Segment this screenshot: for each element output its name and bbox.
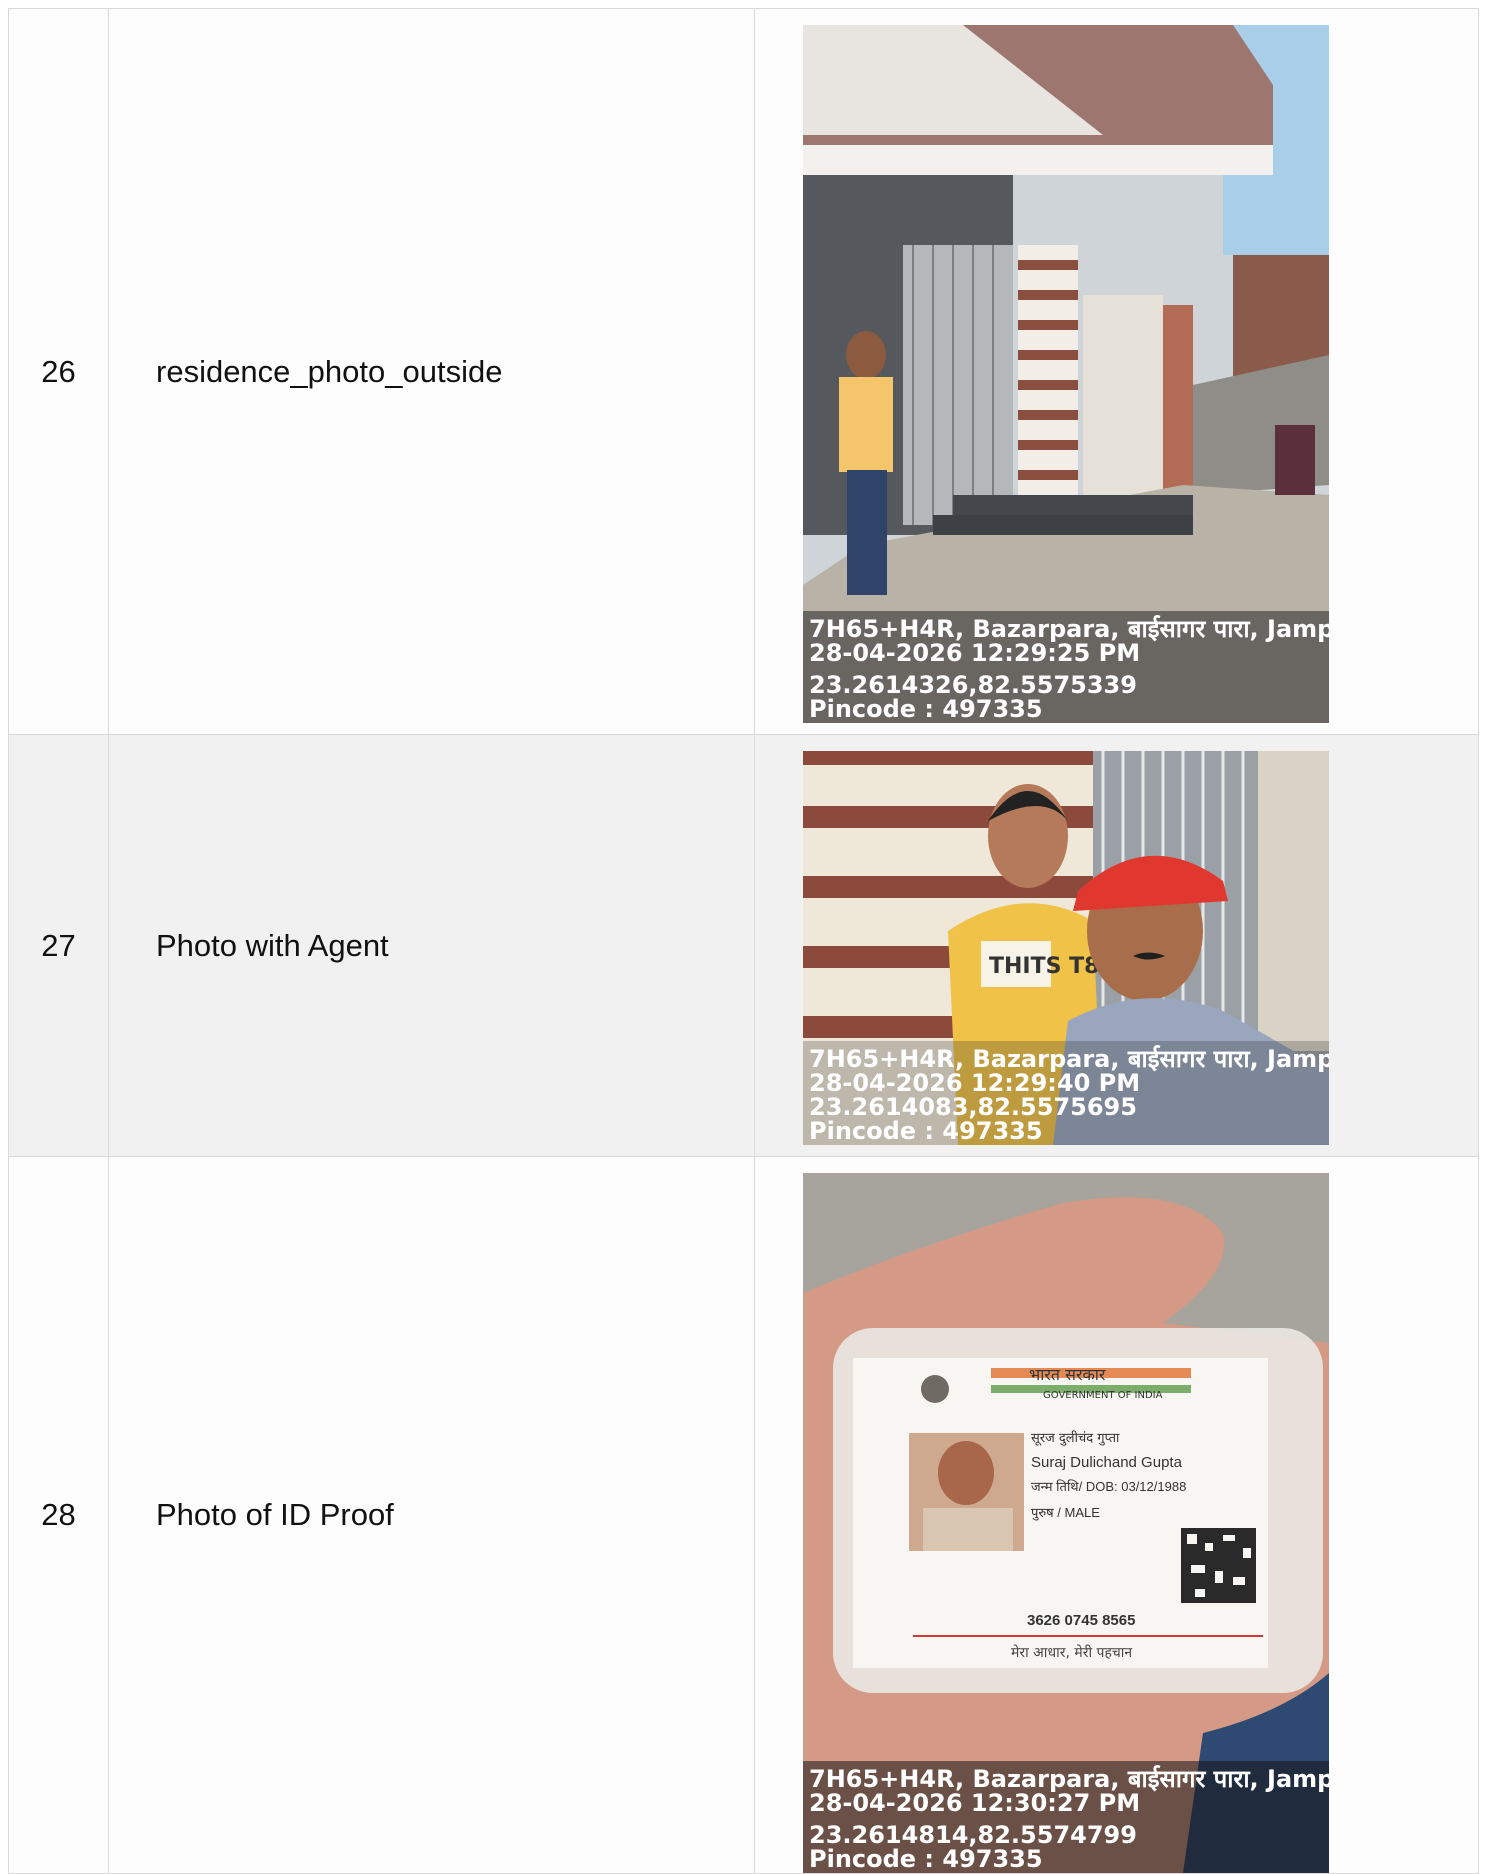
stamp-coords: 23.2614083,82.5575695 xyxy=(809,1093,1137,1121)
geotag-stamp: 7H65+H4R, Bazarpara, बाईसागर पारा, Jampa… xyxy=(803,611,1329,723)
card-footer-text: मेरा आधार, मेरी पहचान xyxy=(1011,1644,1132,1661)
table-row: 28 Photo of ID Proof भारत सरकार GOVERNME… xyxy=(8,1156,1479,1874)
table-row: 26 residence_photo_outside 7H65+H4R, Baz… xyxy=(8,8,1479,735)
row-label: Photo with Agent xyxy=(108,734,755,1157)
shirt-print-text: THITS T8 xyxy=(989,954,1099,979)
stamp-pincode: Pincode : 497335 xyxy=(809,1845,1043,1873)
card-aadhaar-number: 3626 0745 8565 xyxy=(1027,1612,1135,1629)
id-proof-photo[interactable]: भारत सरकार GOVERNMENT OF INDIA सूरज दुली… xyxy=(803,1173,1329,1873)
row-number: 28 xyxy=(8,1156,109,1874)
card-header-english: GOVERNMENT OF INDIA xyxy=(1043,1390,1163,1401)
record-table: 26 residence_photo_outside 7H65+H4R, Baz… xyxy=(8,8,1479,1874)
stamp-address: 7H65+H4R, Bazarpara, बाईसागर पारा, Jampa… xyxy=(809,1765,1329,1793)
card-dob: जन्म तिथि/ DOB: 03/12/1988 xyxy=(1031,1479,1186,1494)
card-name-english: Suraj Dulichand Gupta xyxy=(1031,1454,1183,1471)
stamp-datetime: 28-04-2026 12:30:27 PM xyxy=(809,1789,1141,1817)
stamp-datetime: 28-04-2026 12:29:40 PM xyxy=(809,1069,1141,1097)
stamp-pincode: Pincode : 497335 xyxy=(809,1117,1043,1145)
card-header-hindi: भारत सरकार xyxy=(1029,1365,1106,1384)
photo-cell: भारत सरकार GOVERNMENT OF INDIA सूरज दुली… xyxy=(754,1156,1479,1874)
row-label: Photo of ID Proof xyxy=(108,1156,755,1874)
residence-photo[interactable]: 7H65+H4R, Bazarpara, बाईसागर पारा, Jampa… xyxy=(803,25,1329,723)
agent-photo[interactable]: THITS T8 7H65+H4R, Bazarpara, बाईसागर पा… xyxy=(803,751,1329,1145)
stamp-datetime: 28-04-2026 12:29:25 PM xyxy=(809,639,1141,667)
geotag-stamp: 7H65+H4R, Bazarpara, बाईसागर पारा, Jampa… xyxy=(803,1041,1329,1145)
stamp-address: 7H65+H4R, Bazarpara, बाईसागर पारा, Jampa… xyxy=(809,615,1329,643)
stamp-pincode: Pincode : 497335 xyxy=(809,695,1043,723)
row-label: residence_photo_outside xyxy=(108,8,755,735)
card-name-hindi: सूरज दुलीचंद गुप्ता xyxy=(1031,1430,1120,1446)
photo-cell: 7H65+H4R, Bazarpara, बाईसागर पारा, Jampa… xyxy=(754,8,1479,735)
row-number: 27 xyxy=(8,734,109,1157)
card-gender: पुरुष / MALE xyxy=(1031,1505,1100,1521)
stamp-coords: 23.2614814,82.5574799 xyxy=(809,1821,1137,1849)
row-number: 26 xyxy=(8,8,109,735)
stamp-coords: 23.2614326,82.5575339 xyxy=(809,671,1137,699)
photo-cell: THITS T8 7H65+H4R, Bazarpara, बाईसागर पा… xyxy=(754,734,1479,1157)
table-row: 27 Photo with Agent THITS T8 7H65+H4R, B… xyxy=(8,734,1479,1157)
geotag-stamp: 7H65+H4R, Bazarpara, बाईसागर पारा, Jampa… xyxy=(803,1761,1329,1873)
stamp-address: 7H65+H4R, Bazarpara, बाईसागर पारा, Jampa… xyxy=(809,1045,1329,1073)
